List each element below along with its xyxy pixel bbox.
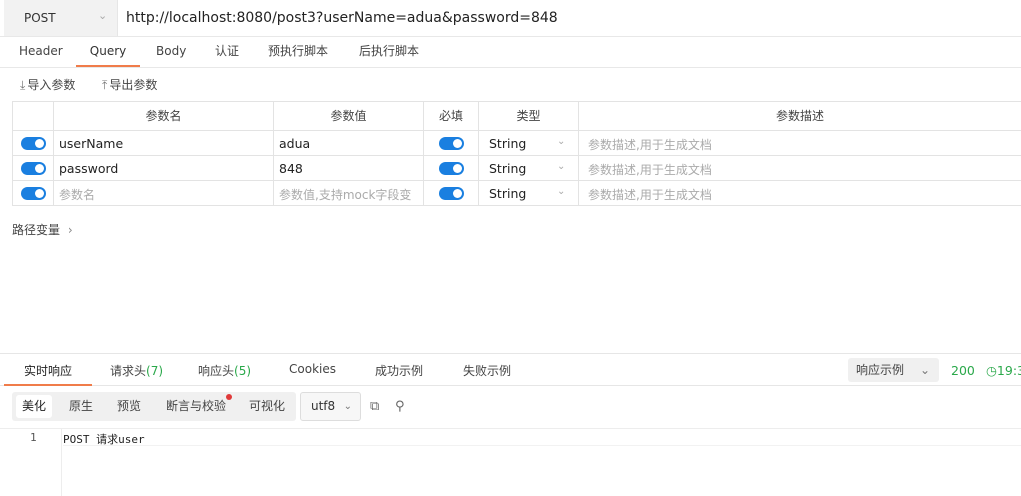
url-bar: POST ⌄ http://localhost:8080/post3?userN… <box>0 0 1021 37</box>
clock-icon: ◷ <box>986 363 997 378</box>
preview-button[interactable]: 预览 <box>111 395 147 418</box>
param-value-input[interactable]: 参数值,支持mock字段变 <box>273 181 423 205</box>
status-code: 200 <box>951 363 975 378</box>
chevron-down-icon: ⌄ <box>98 9 108 22</box>
col-type-header: 类型 <box>478 102 578 130</box>
current-line-highlight <box>63 429 1021 446</box>
chevron-down-icon: ⌄ <box>557 186 566 197</box>
table-row: 参数名 参数值,支持mock字段变 String ⌄ 参数描述,用于生成文档 <box>12 181 1021 206</box>
response-example-select[interactable]: 响应示例 ⌄ <box>848 358 939 382</box>
visualize-button[interactable]: 可视化 <box>243 395 291 418</box>
response-body-editor[interactable]: 1 POST 请求user <box>0 428 1021 496</box>
tab-request-headers[interactable]: 请求头(7) <box>110 362 163 379</box>
export-label: 导出参数 <box>109 78 158 92</box>
line-gutter: 1 <box>0 429 62 496</box>
request-tabs: Header Query Body 认证 预执行脚本 后执行脚本 <box>0 37 1021 68</box>
copy-icon[interactable]: ⧉ <box>370 399 379 414</box>
download-icon: ⤓ <box>20 78 26 92</box>
response-tabs: 实时响应 请求头(7) 响应头(5) Cookies 成功示例 失败示例 响应示… <box>0 353 1021 386</box>
tab-failure-example[interactable]: 失败示例 <box>463 362 511 379</box>
param-desc-input[interactable]: 参数描述,用于生成文档 <box>578 181 1021 205</box>
url-input[interactable]: http://localhost:8080/post3?userName=adu… <box>126 10 558 26</box>
param-name-input[interactable]: 参数名 <box>53 181 273 205</box>
enable-toggle[interactable] <box>21 162 46 175</box>
tab-response-headers[interactable]: 响应头(5) <box>198 362 251 379</box>
import-params-button[interactable]: ⤓ 导入参数 <box>20 76 75 93</box>
tab-pre-script[interactable]: 预执行脚本 <box>268 37 328 67</box>
method-value: POST <box>24 11 56 25</box>
tab-query[interactable]: Query <box>76 37 140 67</box>
param-desc-input[interactable]: 参数描述,用于生成文档 <box>578 156 1021 180</box>
col-name-header: 参数名 <box>53 102 273 130</box>
col-value-header: 参数值 <box>273 102 423 130</box>
param-value-input[interactable]: adua <box>273 131 423 155</box>
col-desc-header: 参数描述 <box>578 102 1021 130</box>
encoding-select[interactable]: utf8 ⌄ <box>300 392 361 421</box>
response-body-text: POST 请求user <box>63 433 145 446</box>
response-time: ◷19:3 <box>986 363 1021 378</box>
type-select[interactable]: String ⌄ <box>478 181 578 205</box>
chevron-down-icon: ⌄ <box>557 136 566 147</box>
import-label: 导入参数 <box>27 78 76 92</box>
chevron-right-icon: › <box>67 223 73 237</box>
enable-toggle[interactable] <box>21 187 46 200</box>
tab-auth[interactable]: 认证 <box>215 37 239 67</box>
tab-post-script[interactable]: 后执行脚本 <box>359 37 419 67</box>
param-name-input[interactable]: password <box>53 156 273 180</box>
tab-cookies[interactable]: Cookies <box>289 362 336 376</box>
tab-body[interactable]: Body <box>156 37 186 67</box>
type-select[interactable]: String ⌄ <box>478 131 578 155</box>
active-tab-indicator <box>4 384 92 386</box>
required-toggle[interactable] <box>439 137 464 150</box>
required-toggle[interactable] <box>439 187 464 200</box>
col-required-header: 必填 <box>423 102 478 130</box>
path-variables-label: 路径变量 <box>12 223 61 237</box>
param-value-input[interactable]: 848 <box>273 156 423 180</box>
notification-dot <box>226 394 232 400</box>
chevron-down-icon: ⌄ <box>919 363 930 377</box>
table-row: password 848 String ⌄ 参数描述,用于生成文档 <box>12 156 1021 181</box>
type-select[interactable]: String ⌄ <box>478 156 578 180</box>
enable-toggle[interactable] <box>21 137 46 150</box>
param-desc-input[interactable]: 参数描述,用于生成文档 <box>578 131 1021 155</box>
table-header: 参数名 参数值 必填 类型 参数描述 <box>12 102 1021 131</box>
raw-button[interactable]: 原生 <box>63 395 99 418</box>
chevron-down-icon: ⌄ <box>343 401 352 412</box>
tab-realtime-response[interactable]: 实时响应 <box>24 362 72 379</box>
tab-success-example[interactable]: 成功示例 <box>375 362 423 379</box>
table-row: userName adua String ⌄ 参数描述,用于生成文档 <box>12 131 1021 156</box>
params-table: 参数名 参数值 必填 类型 参数描述 userName adua String ⌄… <box>12 101 1021 206</box>
tab-header[interactable]: Header <box>19 37 63 67</box>
format-group: 美化 原生 预览 断言与校验 可视化 <box>12 392 296 421</box>
line-number: 1 <box>30 431 37 444</box>
param-name-input[interactable]: userName <box>53 131 273 155</box>
method-select[interactable]: POST ⌄ <box>4 0 118 36</box>
chevron-down-icon: ⌄ <box>557 161 566 172</box>
assertions-button[interactable]: 断言与校验 <box>160 395 232 418</box>
path-variables-toggle[interactable]: 路径变量 › <box>12 221 73 238</box>
search-icon[interactable]: ⚲ <box>395 399 405 414</box>
export-params-button[interactable]: ⤒ 导出参数 <box>102 76 157 93</box>
beautify-button[interactable]: 美化 <box>16 395 53 418</box>
required-toggle[interactable] <box>439 162 464 175</box>
upload-icon: ⤒ <box>102 78 108 92</box>
